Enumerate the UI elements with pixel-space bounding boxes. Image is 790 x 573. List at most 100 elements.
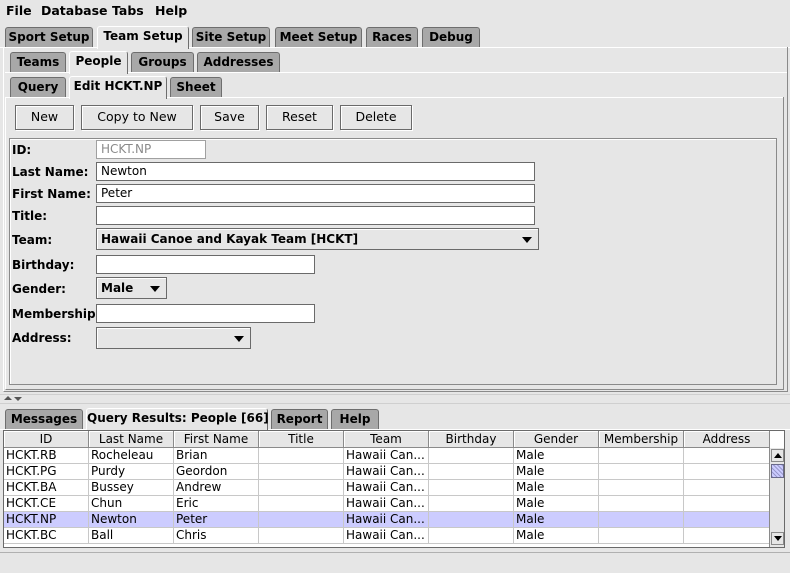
birthday-label: Birthday: bbox=[12, 258, 75, 272]
column-header[interactable]: Address bbox=[684, 431, 770, 448]
chevron-down-icon bbox=[234, 336, 244, 342]
column-header[interactable]: First Name bbox=[174, 431, 259, 448]
table-row[interactable]: HCKT.CE Chun Eric Hawaii Can... Male bbox=[4, 496, 770, 512]
table-cell: Andrew bbox=[174, 480, 259, 496]
table-cell: HCKT.RB bbox=[4, 448, 89, 464]
tab-sport-setup[interactable]: Sport Setup bbox=[5, 27, 93, 47]
delete-button[interactable]: Delete bbox=[340, 105, 412, 130]
vertical-scrollbar[interactable] bbox=[769, 448, 784, 547]
id-label: ID: bbox=[12, 143, 32, 157]
table-cell: Male bbox=[514, 464, 599, 480]
menu-tabs[interactable]: Tabs bbox=[112, 3, 144, 18]
table-cell: HCKT.PG bbox=[4, 464, 89, 480]
table-cell bbox=[599, 464, 684, 480]
table-cell: HCKT.CE bbox=[4, 496, 89, 512]
table-cell bbox=[599, 480, 684, 496]
table-cell: Male bbox=[514, 512, 599, 528]
table-cell bbox=[684, 480, 770, 496]
table-cell bbox=[684, 496, 770, 512]
address-label: Address: bbox=[12, 331, 72, 345]
table-cell bbox=[429, 528, 514, 544]
table-cell: Ball bbox=[89, 528, 174, 544]
birthday-field[interactable] bbox=[96, 255, 315, 274]
table-cell: Hawaii Can... bbox=[344, 528, 429, 544]
split-pane-divider[interactable] bbox=[0, 394, 790, 404]
table-row[interactable]: HCKT.NP Newton Peter Hawaii Can... Male bbox=[4, 512, 770, 528]
table-cell: Geordon bbox=[174, 464, 259, 480]
copy-to-new-button[interactable]: Copy to New bbox=[81, 105, 193, 130]
scroll-thumb[interactable] bbox=[771, 464, 784, 478]
menu-database[interactable]: Database bbox=[41, 3, 108, 18]
table-row[interactable]: HCKT.BA Bussey Andrew Hawaii Can... Male bbox=[4, 480, 770, 496]
first-name-field[interactable]: Peter bbox=[96, 184, 535, 203]
membership-field[interactable] bbox=[96, 304, 315, 323]
column-header[interactable]: Gender bbox=[514, 431, 599, 448]
chevron-down-icon bbox=[522, 237, 532, 243]
table-cell: Male bbox=[514, 448, 599, 464]
menu-bar: File Database Tabs Help bbox=[0, 0, 790, 22]
new-button[interactable]: New bbox=[15, 105, 74, 130]
table-cell bbox=[684, 528, 770, 544]
table-cell: HCKT.NP bbox=[4, 512, 89, 528]
tab-races[interactable]: Races bbox=[366, 27, 418, 47]
table-cell bbox=[599, 528, 684, 544]
expand-down-icon[interactable] bbox=[14, 397, 22, 401]
table-cell bbox=[429, 448, 514, 464]
tab-query-results[interactable]: Query Results: People [66] bbox=[86, 408, 269, 431]
column-header[interactable]: Membership bbox=[599, 431, 684, 448]
table-cell bbox=[429, 512, 514, 528]
arrow-up-icon bbox=[774, 453, 782, 458]
table-cell bbox=[599, 512, 684, 528]
arrow-down-icon bbox=[774, 536, 782, 541]
tab-messages[interactable]: Messages bbox=[5, 409, 83, 429]
menu-file[interactable]: File bbox=[6, 3, 32, 18]
table-cell bbox=[259, 480, 344, 496]
table-cell: HCKT.BC bbox=[4, 528, 89, 544]
column-header[interactable]: Birthday bbox=[429, 431, 514, 448]
column-header[interactable]: Last Name bbox=[89, 431, 174, 448]
scroll-down-button[interactable] bbox=[771, 532, 784, 545]
collapse-up-icon[interactable] bbox=[4, 396, 12, 400]
table-row[interactable]: HCKT.PG Purdy Geordon Hawaii Can... Male bbox=[4, 464, 770, 480]
table-cell bbox=[259, 496, 344, 512]
table-cell: Hawaii Can... bbox=[344, 480, 429, 496]
tab-meet-setup[interactable]: Meet Setup bbox=[275, 27, 362, 47]
table-cell bbox=[429, 496, 514, 512]
column-header[interactable]: Team bbox=[344, 431, 429, 448]
tab-team-setup[interactable]: Team Setup bbox=[97, 26, 189, 49]
tab-report[interactable]: Report bbox=[271, 409, 328, 429]
table-row[interactable]: HCKT.BC Ball Chris Hawaii Can... Male bbox=[4, 528, 770, 544]
table-row[interactable]: HCKT.RB Rocheleau Brian Hawaii Can... Male bbox=[4, 448, 770, 464]
menu-help[interactable]: Help bbox=[155, 3, 187, 18]
reset-button[interactable]: Reset bbox=[266, 105, 333, 130]
address-select[interactable] bbox=[96, 327, 251, 349]
column-header[interactable]: Title bbox=[259, 431, 344, 448]
table-cell: Chun bbox=[89, 496, 174, 512]
table-cell: Male bbox=[514, 496, 599, 512]
table-cell bbox=[684, 448, 770, 464]
table-cell bbox=[599, 496, 684, 512]
title-field[interactable] bbox=[96, 206, 535, 225]
team-select-value: Hawaii Canoe and Kayak Team [HCKT] bbox=[101, 232, 359, 246]
table-cell bbox=[259, 464, 344, 480]
table-cell bbox=[599, 448, 684, 464]
table-cell bbox=[259, 448, 344, 464]
table-cell: Peter bbox=[174, 512, 259, 528]
team-select[interactable]: Hawaii Canoe and Kayak Team [HCKT] bbox=[96, 228, 539, 250]
last-name-label: Last Name: bbox=[12, 165, 89, 179]
table-row[interactable] bbox=[4, 544, 770, 547]
table-cell: Eric bbox=[174, 496, 259, 512]
gender-select-value: Male bbox=[101, 281, 134, 295]
tab-help[interactable]: Help bbox=[331, 409, 379, 429]
tab-site-setup[interactable]: Site Setup bbox=[192, 27, 270, 47]
table-cell bbox=[429, 464, 514, 480]
tab-debug[interactable]: Debug bbox=[422, 27, 480, 47]
table-cell: Newton bbox=[89, 512, 174, 528]
column-header[interactable]: ID bbox=[4, 431, 89, 448]
save-button[interactable]: Save bbox=[200, 105, 259, 130]
scroll-up-button[interactable] bbox=[771, 449, 784, 462]
table-cell: Rocheleau bbox=[89, 448, 174, 464]
last-name-field[interactable]: Newton bbox=[96, 162, 535, 181]
table-cell bbox=[259, 528, 344, 544]
gender-select[interactable]: Male bbox=[96, 277, 167, 299]
